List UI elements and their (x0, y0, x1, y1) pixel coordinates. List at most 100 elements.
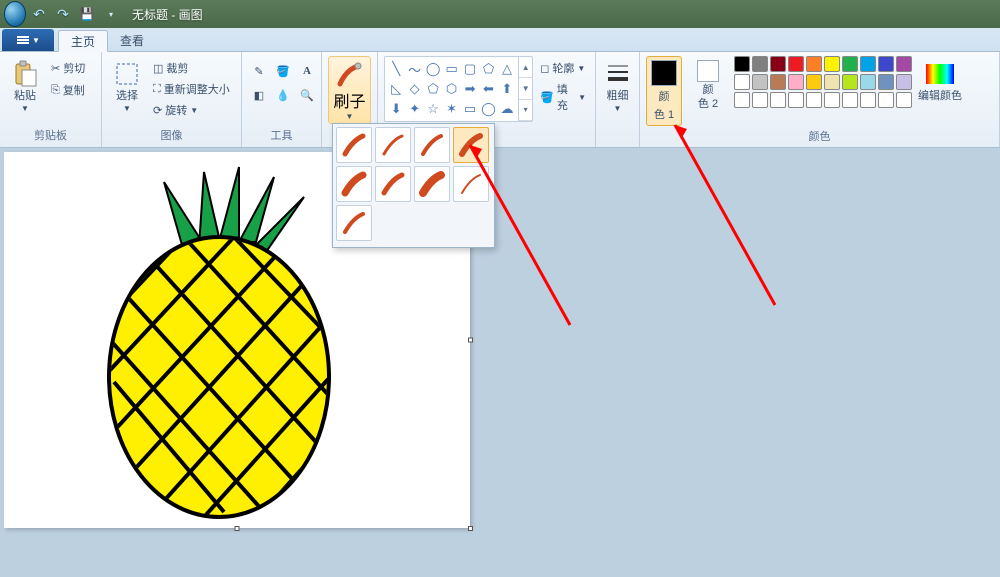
palette-swatch-1[interactable] (752, 56, 768, 72)
shapes-gallery[interactable]: ╲ 〜 ◯ ▭ ▢ ⬠ △ ◺ ◇ ⬠ ⬡ ➡ ⬅ ⬆ ⬇ ✦ ☆ (384, 56, 533, 122)
palette-swatch-0[interactable] (734, 56, 750, 72)
text-tool[interactable]: A (296, 60, 318, 82)
save-button[interactable]: 💾 (76, 4, 98, 24)
palette-swatch-2[interactable] (770, 56, 786, 72)
palette-swatch-16[interactable] (842, 74, 858, 90)
palette-swatch-21[interactable] (752, 92, 768, 108)
palette-swatch-7[interactable] (860, 56, 876, 72)
shape-triangle[interactable]: △ (498, 59, 516, 79)
brushes-dropdown[interactable]: 刷子 ▼ (328, 56, 371, 124)
paste-icon (11, 60, 39, 88)
brush-option-calligraphy-1[interactable] (375, 127, 411, 163)
paste-button[interactable]: 粘贴 ▼ (6, 56, 44, 113)
shape-rect[interactable]: ▭ (442, 59, 460, 79)
shape-pentagon[interactable]: ⬠ (424, 79, 442, 99)
palette-swatch-27[interactable] (860, 92, 876, 108)
palette-swatch-11[interactable] (752, 74, 768, 90)
fill-tool[interactable]: 🪣 (272, 60, 294, 82)
app-orb[interactable] (4, 4, 26, 24)
palette-swatch-4[interactable] (806, 56, 822, 72)
resize-button[interactable]: ⛶重新调整大小 (150, 79, 233, 99)
brush-option-pencil[interactable] (453, 166, 489, 202)
pencil-tool[interactable]: ✎ (248, 60, 270, 82)
shape-diamond[interactable]: ◇ (405, 79, 423, 99)
shape-star6[interactable]: ✶ (442, 99, 460, 119)
tab-view[interactable]: 查看 (108, 29, 156, 51)
palette-swatch-20[interactable] (734, 92, 750, 108)
brush-option-watercolor[interactable] (336, 205, 372, 241)
shape-hexagon[interactable]: ⬡ (442, 79, 460, 99)
palette-swatch-19[interactable] (896, 74, 912, 90)
palette-swatch-25[interactable] (824, 92, 840, 108)
shape-oval[interactable]: ◯ (424, 59, 442, 79)
resize-handle-right[interactable] (468, 338, 473, 343)
undo-button[interactable]: ↶ (28, 4, 50, 24)
scroll-more-icon[interactable]: ▾ (519, 100, 532, 121)
shape-roundrect[interactable]: ▢ (461, 59, 479, 79)
eraser-tool[interactable]: ◧ (248, 84, 270, 106)
palette-swatch-15[interactable] (824, 74, 840, 90)
brush-option-crayon[interactable] (375, 166, 411, 202)
select-button[interactable]: 选择 ▼ (108, 56, 146, 113)
shapes-scroll[interactable]: ▲ ▼ ▾ (518, 57, 532, 121)
tab-home[interactable]: 主页 (58, 30, 108, 52)
file-tab[interactable]: ▼ (2, 29, 54, 51)
save-icon: 💾 (80, 7, 95, 21)
file-menu-icon (16, 34, 30, 46)
palette-swatch-26[interactable] (842, 92, 858, 108)
shape-callout-rect[interactable]: ▭ (461, 99, 479, 119)
palette-swatch-29[interactable] (896, 92, 912, 108)
shape-arrow-d[interactable]: ⬇ (387, 99, 405, 119)
palette-swatch-3[interactable] (788, 56, 804, 72)
color2-button[interactable]: 颜 色 2 (688, 56, 728, 110)
shape-line[interactable]: ╲ (387, 59, 405, 79)
palette-swatch-28[interactable] (878, 92, 894, 108)
shape-rtriangle[interactable]: ◺ (387, 79, 405, 99)
copy-button[interactable]: ⎘复制 (48, 80, 88, 100)
shape-curve[interactable]: 〜 (405, 59, 423, 79)
scroll-up-icon[interactable]: ▲ (519, 57, 532, 78)
palette-swatch-22[interactable] (770, 92, 786, 108)
zoom-tool[interactable]: 🔍 (296, 84, 318, 106)
picker-tool[interactable]: 💧 (272, 84, 294, 106)
palette-swatch-13[interactable] (788, 74, 804, 90)
shape-arrow-u[interactable]: ⬆ (498, 79, 516, 99)
palette-swatch-12[interactable] (770, 74, 786, 90)
rotate-button[interactable]: ⟳旋转▼ (150, 100, 233, 120)
palette-swatch-10[interactable] (734, 74, 750, 90)
shape-callout-oval[interactable]: ◯ (479, 99, 497, 119)
shape-callout-cloud[interactable]: ☁ (498, 99, 516, 119)
palette-swatch-8[interactable] (878, 56, 894, 72)
palette-swatch-5[interactable] (824, 56, 840, 72)
shape-star5[interactable]: ☆ (424, 99, 442, 119)
palette-swatch-17[interactable] (860, 74, 876, 90)
color1-button[interactable]: 颜 色 1 (646, 56, 682, 126)
resize-handle-corner[interactable] (468, 526, 473, 531)
brush-option-marker[interactable] (414, 166, 450, 202)
palette-swatch-6[interactable] (842, 56, 858, 72)
edit-colors-button[interactable]: 编辑颜色 (918, 56, 962, 102)
palette-swatch-23[interactable] (788, 92, 804, 108)
brush-option-airbrush[interactable] (453, 127, 489, 163)
scroll-down-icon[interactable]: ▼ (519, 78, 532, 99)
brush-option-oil[interactable] (336, 166, 372, 202)
brush-option-brush[interactable] (336, 127, 372, 163)
brush-popup (332, 123, 495, 248)
redo-button[interactable]: ↷ (52, 4, 74, 24)
shape-arrow-l[interactable]: ⬅ (479, 79, 497, 99)
brush-option-calligraphy-2[interactable] (414, 127, 450, 163)
resize-handle-bottom[interactable] (235, 526, 240, 531)
shape-arrow-r[interactable]: ➡ (461, 79, 479, 99)
shape-star4[interactable]: ✦ (405, 99, 423, 119)
crop-button[interactable]: ◫裁剪 (150, 58, 233, 78)
cut-button[interactable]: ✂剪切 (48, 58, 88, 78)
outline-dropdown[interactable]: ◻轮廓▼ (537, 58, 589, 78)
palette-swatch-24[interactable] (806, 92, 822, 108)
fill-dropdown[interactable]: 🪣填充▼ (537, 79, 589, 115)
palette-swatch-18[interactable] (878, 74, 894, 90)
palette-swatch-14[interactable] (806, 74, 822, 90)
palette-swatch-9[interactable] (896, 56, 912, 72)
size-dropdown[interactable]: 粗细 ▼ (602, 56, 633, 113)
qat-dropdown[interactable]: ▾ (100, 4, 122, 24)
shape-polygon[interactable]: ⬠ (479, 59, 497, 79)
